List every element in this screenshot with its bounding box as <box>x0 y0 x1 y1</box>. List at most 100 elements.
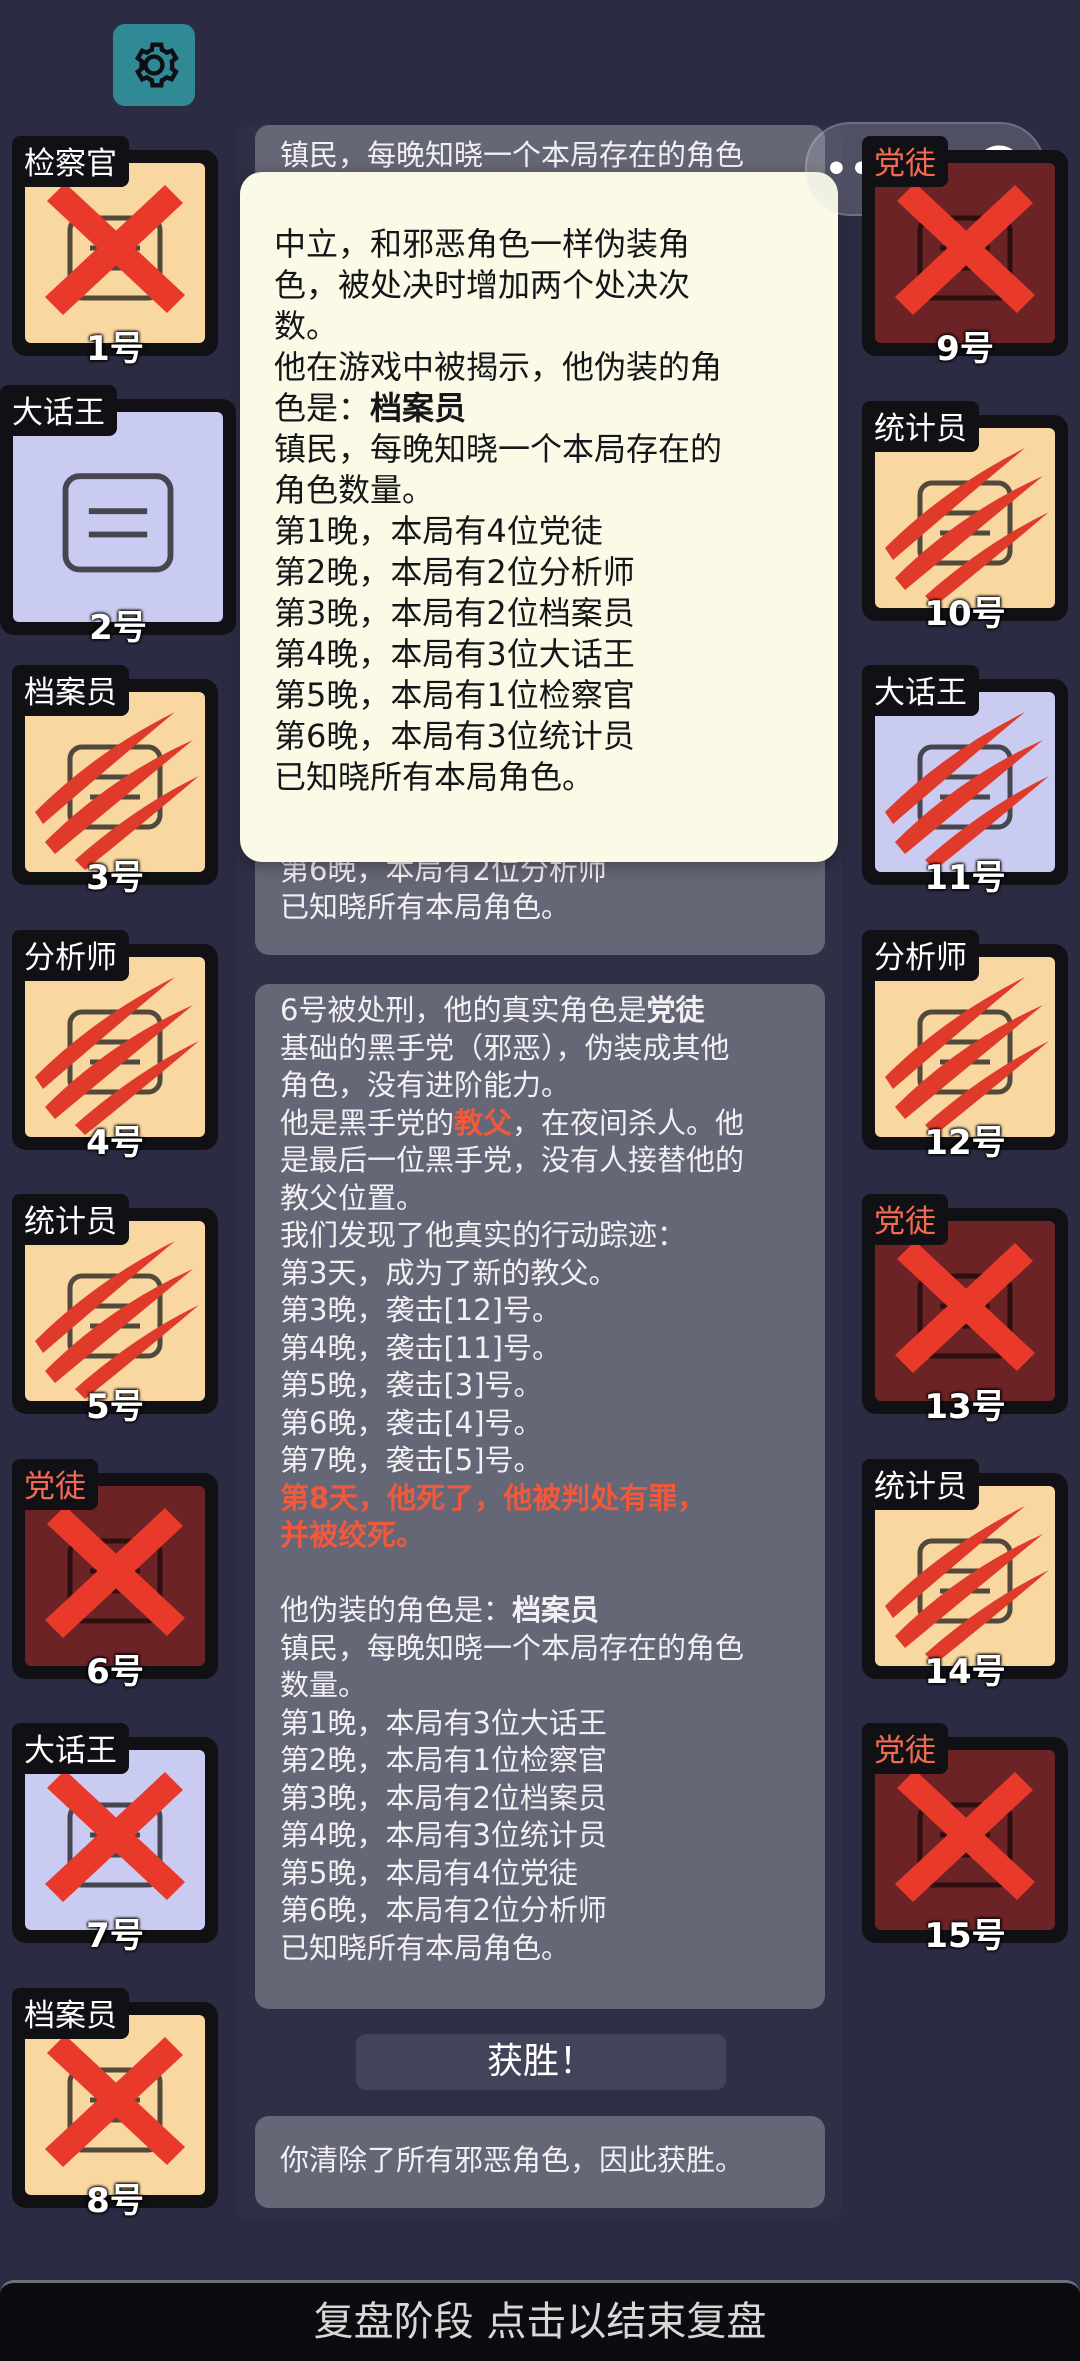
player-card[interactable]: 党徒 13号 <box>862 1194 1068 1427</box>
player-card[interactable]: 档案员 8号 <box>12 1987 218 2221</box>
role-portrait <box>25 956 205 1137</box>
popup-line: 角色数量。 <box>274 471 435 509</box>
role-label: 大话王 <box>12 1723 129 1774</box>
popup-line: 第4晚，本局有3位大话王 <box>274 635 635 673</box>
player-number: 10号 <box>924 593 1006 634</box>
log-line: 你清除了所有邪恶角色，因此获胜。 <box>280 2143 745 2177</box>
player-number: 3号 <box>86 858 144 898</box>
player-card[interactable]: 大话王 11号 <box>862 665 1068 898</box>
log-line: 第5晚，本局有4位党徒 <box>280 1855 578 1890</box>
role-art-icon <box>35 1241 199 1399</box>
player-card[interactable]: 分析师 12号 <box>862 929 1068 1163</box>
log-line: 他是黑手党的教父，在夜间杀人。他 <box>280 1105 825 1143</box>
role-label: 党徒 <box>862 136 948 187</box>
player-card[interactable]: 大话王 7号 <box>12 1723 218 1956</box>
role-art-icon <box>895 183 1035 315</box>
claw-scratch-icon <box>885 447 1049 606</box>
player-card[interactable]: 档案员 3号 <box>12 665 218 898</box>
role-art-icon <box>62 472 174 572</box>
player-card[interactable]: 党徒 9号 <box>862 136 1068 369</box>
claw-scratch-icon <box>35 712 199 870</box>
role-portrait <box>25 1485 205 1666</box>
role-portrait <box>875 427 1055 608</box>
claw-scratch-icon <box>35 1241 199 1399</box>
role-label: 检察官 <box>12 136 129 187</box>
player-number: 15号 <box>924 1916 1006 1956</box>
player-number: 11号 <box>924 858 1006 898</box>
role-label: 统计员 <box>862 1458 979 1510</box>
log-line: 是最后一位黑手党，没有人接替他的 <box>280 1143 745 1177</box>
popup-line: 第1晚，本局有4位党徒 <box>274 512 603 550</box>
eliminated-cross-icon <box>895 183 1035 315</box>
popup-line: 第6晚，本局有3位统计员 <box>274 717 635 755</box>
gear-icon <box>134 42 179 88</box>
role-portrait <box>875 956 1055 1137</box>
popup-line: 色，被处决时增加两个处决次 <box>274 266 691 304</box>
role-portrait <box>25 163 205 343</box>
role-portrait <box>875 692 1055 872</box>
player-card[interactable]: 统计员 5号 <box>12 1194 218 1427</box>
role-portrait <box>13 411 223 622</box>
role-label: 大话王 <box>862 665 979 716</box>
log-text: 他是黑手党的 <box>280 1105 455 1140</box>
role-art-icon <box>895 1770 1035 1902</box>
popup-line: 数。 <box>274 307 339 345</box>
player-number: 8号 <box>86 2180 144 2221</box>
log-line: 他伪装的角色是：档案员 <box>280 1592 825 1630</box>
player-number: 1号 <box>86 329 144 369</box>
role-portrait <box>875 1485 1055 1666</box>
player-number: 2号 <box>89 607 147 648</box>
player-card[interactable]: 大话王 2号 <box>0 384 236 648</box>
player-card[interactable]: 分析师 4号 <box>12 929 218 1163</box>
log-line: 镇民，每晚知晓一个本局存在的角色 <box>280 1630 745 1665</box>
log-text: 他伪装的角色是： <box>280 1593 513 1627</box>
log-line: 第3晚，本局有2位档案员 <box>280 1780 607 1815</box>
role-art-icon <box>885 1505 1049 1664</box>
log-line: 基础的黑手党（邪恶），伪装成其他 <box>280 1030 730 1065</box>
end-review-bar[interactable]: 复盘阶段 点击以结束复盘 <box>0 2280 1080 2361</box>
log-line: 第7晚，袭击[5]号。 <box>280 1443 543 1477</box>
role-label: 档案员 <box>12 665 129 716</box>
popup-line: 第2晚，本局有2位分析师 <box>274 553 635 591</box>
popup-line: 第3晚，本局有2位档案员 <box>274 594 635 632</box>
eliminated-cross-icon <box>45 1505 185 1638</box>
role-label: 统计员 <box>12 1194 129 1245</box>
role-info-popup[interactable]: 中立，和邪恶角色一样伪装角 色，被处决时增加两个处决次 数。 他在游戏中被揭示，… <box>240 172 838 862</box>
role-portrait <box>25 692 205 872</box>
role-portrait <box>875 1750 1055 1930</box>
role-art-icon <box>885 712 1049 870</box>
death-notice-line: 第8天，他死了，他被判处有罪， <box>280 1480 707 1515</box>
log-line: 角色，没有进阶能力。 <box>280 1068 571 1102</box>
popup-line: 色是：档案员 <box>274 388 838 429</box>
log-line: 第4晚，袭击[11]号。 <box>280 1330 561 1365</box>
log-message-win: 你清除了所有邪恶角色，因此获胜。 <box>255 2116 825 2208</box>
eliminated-cross-icon <box>895 1770 1035 1902</box>
player-card[interactable]: 统计员 10号 <box>862 400 1068 634</box>
victory-banner: 获胜！ <box>356 2034 726 2090</box>
player-number: 13号 <box>924 1387 1006 1427</box>
log-spacer <box>280 1555 825 1593</box>
log-line: 第6晚，本局有2位分析师 <box>280 1893 607 1927</box>
player-card[interactable]: 检察官 1号 <box>12 136 218 369</box>
role-portrait <box>25 1750 205 1930</box>
role-label: 分析师 <box>12 929 129 981</box>
disguise-role-name: 档案员 <box>512 1593 600 1627</box>
log-text: ，在夜间杀人。他 <box>512 1105 745 1140</box>
role-art-icon <box>895 1241 1035 1373</box>
player-card[interactable]: 党徒 15号 <box>862 1723 1068 1956</box>
role-label: 党徒 <box>862 1194 948 1245</box>
role-portrait <box>25 1221 205 1401</box>
role-art-icon <box>885 976 1049 1135</box>
role-label: 分析师 <box>862 929 979 981</box>
log-line: 已知晓所有本局角色。 <box>280 890 571 924</box>
player-number: 5号 <box>86 1387 144 1427</box>
player-card[interactable]: 统计员 14号 <box>862 1458 1068 1692</box>
player-card[interactable]: 党徒 6号 <box>12 1458 218 1692</box>
settings-button[interactable] <box>113 24 195 106</box>
log-line: 第1晚，本局有3位大话王 <box>280 1705 607 1740</box>
eliminated-cross-icon <box>45 1770 185 1902</box>
popup-line: 镇民，每晚知晓一个本局存在的 <box>274 430 723 468</box>
claw-scratch-icon <box>35 976 199 1135</box>
role-portrait <box>875 1221 1055 1401</box>
player-number: 6号 <box>86 1651 144 1692</box>
